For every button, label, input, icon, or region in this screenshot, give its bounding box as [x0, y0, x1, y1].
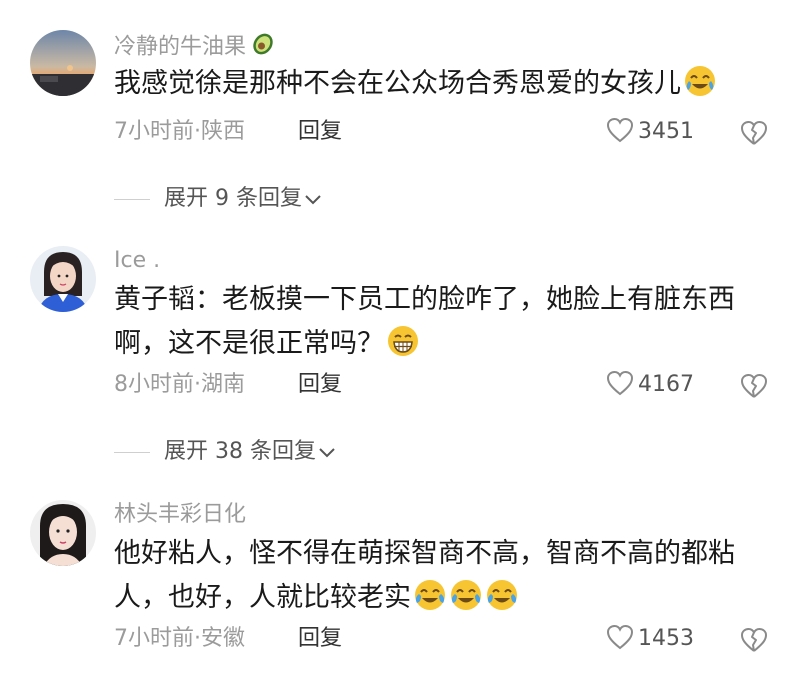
- comment-text: 黄子韬：老板摸一下员工的脸咋了，她脸上有脏东西 啊，这不是很正常吗？: [114, 278, 774, 366]
- expand-replies-label[interactable]: 展开 38 条回复: [164, 439, 316, 464]
- time-location: 8小时前·湖南: [114, 372, 245, 397]
- time-location: 7小时前·安徽: [114, 626, 245, 651]
- comment-text-line: 我感觉徐是那种不会在公众场合秀恩爱的女孩儿: [114, 68, 681, 99]
- comment-text-line: 他好粘人，怪不得在萌探智商不高，智商不高的都粘: [114, 538, 735, 569]
- broken-heart-icon: [741, 628, 767, 652]
- divider: [114, 451, 150, 453]
- username[interactable]: Ice .: [114, 246, 160, 276]
- comment-text-line-content: 人，也好，人就比较老实: [114, 582, 411, 613]
- username[interactable]: 林头丰彩日化: [114, 500, 246, 530]
- crying-laughing-emoji: [683, 64, 717, 98]
- broken-heart-icon: [741, 374, 767, 398]
- expand-replies-label[interactable]: 展开 9 条回复: [164, 186, 302, 211]
- expand-replies[interactable]: 展开 38 条回复: [114, 437, 336, 467]
- comment-text-line: 黄子韬：老板摸一下员工的脸咋了，她脸上有脏东西: [114, 284, 735, 315]
- reply-button[interactable]: 回复: [298, 117, 342, 147]
- comment-meta: 8小时前·湖南: [114, 370, 245, 400]
- expand-replies[interactable]: 展开 9 条回复: [114, 184, 322, 214]
- dislike-button[interactable]: [740, 373, 768, 403]
- like-count: 1453: [638, 626, 694, 651]
- like-count: 4167: [638, 372, 694, 397]
- divider: [114, 198, 150, 200]
- tears-of-joy-emoji: [449, 578, 483, 612]
- reply-button[interactable]: 回复: [298, 624, 342, 654]
- dislike-button[interactable]: [740, 627, 768, 657]
- comment-text-line-content: 啊，这不是很正常吗？: [114, 328, 384, 359]
- avatar[interactable]: [30, 30, 96, 96]
- username-text[interactable]: 林头丰彩日化: [114, 502, 246, 527]
- tears-of-joy-emoji: [413, 578, 447, 612]
- heart-icon: [606, 624, 634, 650]
- comment-text-line: 啊，这不是很正常吗？: [114, 322, 774, 366]
- tears-of-joy-emoji: [485, 578, 519, 612]
- comment-meta: 7小时前·陕西: [114, 117, 245, 147]
- time-location: 7小时前·陕西: [114, 119, 245, 144]
- chevron-down-icon: [319, 448, 335, 458]
- broken-heart-icon: [741, 121, 767, 145]
- username[interactable]: 冷静的牛油果: [114, 30, 276, 65]
- heart-icon: [606, 370, 634, 396]
- chevron-down-icon: [305, 195, 321, 205]
- comment-text: 我感觉徐是那种不会在公众场合秀恩爱的女孩儿: [114, 62, 774, 106]
- dislike-button[interactable]: [740, 120, 768, 150]
- comment-meta: 7小时前·安徽: [114, 624, 245, 654]
- like-count: 3451: [638, 119, 694, 144]
- like-button[interactable]: 3451: [606, 117, 694, 147]
- avocado-icon: [250, 30, 276, 65]
- avatar[interactable]: [30, 246, 96, 312]
- grinning-emoji: [386, 324, 420, 358]
- reply-button[interactable]: 回复: [298, 370, 342, 400]
- comment-text: 他好粘人，怪不得在萌探智商不高，智商不高的都粘 人，也好，人就比较老实: [114, 532, 774, 620]
- like-button[interactable]: 4167: [606, 370, 694, 400]
- like-button[interactable]: 1453: [606, 624, 694, 654]
- username-text[interactable]: Ice .: [114, 248, 160, 273]
- username-text[interactable]: 冷静的牛油果: [114, 35, 246, 60]
- comment-text-line: 人，也好，人就比较老实: [114, 576, 774, 620]
- avatar[interactable]: [30, 500, 96, 566]
- heart-icon: [606, 117, 634, 143]
